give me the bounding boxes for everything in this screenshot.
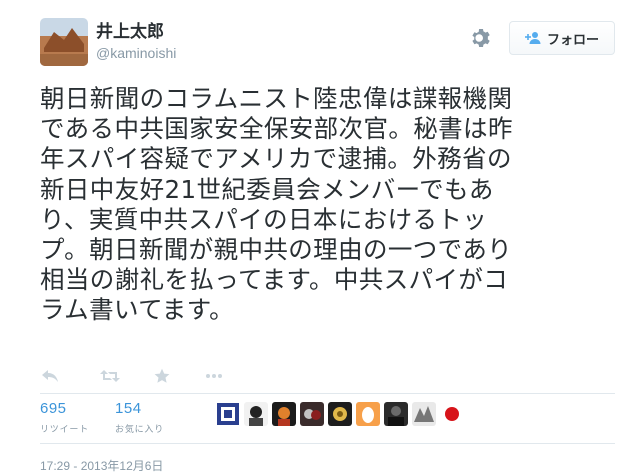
tweet-line: ラム書いてます。	[40, 295, 235, 325]
tweet-text: 朝日新聞のコラムニスト陸忠偉は諜報機関 である中共国家安全保安部次官。秘書は昨 …	[40, 84, 600, 326]
retweet-count-value: 695	[40, 400, 67, 417]
tweet-actions	[40, 366, 256, 386]
follow-button[interactable]: フォロー	[509, 21, 615, 55]
avatar[interactable]	[300, 402, 324, 426]
gear-icon[interactable]	[469, 26, 493, 50]
retweet-icon[interactable]	[100, 367, 120, 385]
tweet-stats: 695 リツイート 154 お気に入り	[40, 400, 190, 438]
avatar[interactable]	[40, 18, 88, 66]
avatar[interactable]	[384, 402, 408, 426]
retweet-count-label: リツイート	[40, 424, 90, 434]
divider	[40, 393, 615, 394]
avatar[interactable]	[412, 402, 436, 426]
tweet-line: 朝日新聞のコラムニスト陸忠偉は諜報機関	[40, 84, 513, 113]
avatar[interactable]	[244, 402, 268, 426]
user-fullname[interactable]: 井上太郎	[96, 22, 176, 42]
tweet-line: 相当の謝礼を払ってます。中共スパイがコ	[40, 265, 509, 295]
favorite-count-label: お気に入り	[115, 424, 165, 434]
tweet-line: 年スパイ容疑でアメリカで逮捕。外務省の	[40, 144, 512, 174]
avatar[interactable]	[272, 402, 296, 426]
avatar[interactable]	[216, 402, 240, 426]
follow-user-icon	[524, 31, 541, 45]
avatar[interactable]	[356, 402, 380, 426]
favorite-count[interactable]: 154 お気に入り	[115, 400, 164, 435]
tweet-line: り、実質中共スパイの日本におけるトッ	[40, 204, 488, 234]
favorite-count-value: 154	[115, 400, 142, 417]
tweet-line: である中共国家安全保安部次官。秘書は昨	[40, 114, 513, 144]
favoriter-avatars	[216, 402, 468, 426]
user-screen-name[interactable]: @kaminoishi	[96, 45, 176, 61]
user-names: 井上太郎 @kaminoishi	[96, 22, 176, 61]
retweet-count[interactable]: 695 リツイート	[40, 400, 89, 435]
tweet-header: 井上太郎 @kaminoishi フォロー	[40, 18, 615, 72]
avatar[interactable]	[440, 402, 464, 426]
reply-icon[interactable]	[40, 367, 60, 385]
tweet-timestamp[interactable]: 17:29 - 2013年12月6日	[40, 457, 163, 474]
follow-button-label: フォロー	[546, 31, 599, 47]
more-icon[interactable]	[204, 367, 224, 385]
favorite-icon[interactable]	[152, 367, 172, 385]
avatar[interactable]	[328, 402, 352, 426]
tweet-line: プ。朝日新聞が親中共の理由の一つであり	[40, 235, 513, 265]
divider	[40, 443, 615, 444]
tweet-line: 新日中友好21世紀委員会メンバーでもあ	[40, 174, 494, 204]
